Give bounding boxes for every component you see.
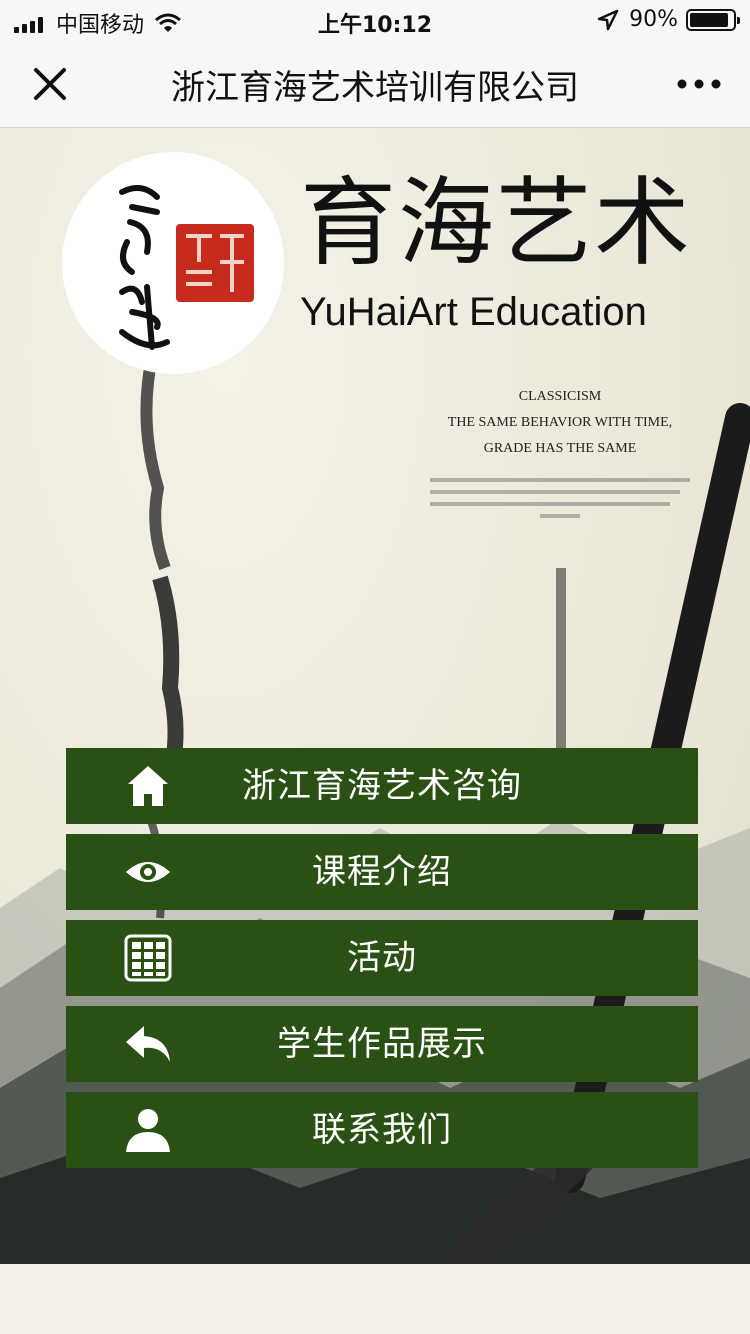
menu-item-courses[interactable]: 课程介绍	[66, 834, 698, 910]
status-bar: 中国移动 上午10:12 90%	[0, 0, 750, 40]
close-icon[interactable]	[28, 62, 72, 106]
poster-line: THE SAME BEHAVIOR WITH TIME,	[447, 415, 673, 430]
status-right: 90%	[597, 7, 740, 32]
brand-subtitle: YuHaiArt Education	[300, 290, 647, 334]
main-menu: 浙江育海艺术咨询 课程介绍 活动 学生作品展示 联系我们	[66, 748, 698, 1178]
menu-item-consult[interactable]: 浙江育海艺术咨询	[66, 748, 698, 824]
brand-title: 育海艺术	[300, 167, 692, 279]
logo-calligraphy	[119, 185, 254, 350]
menu-item-label: 课程介绍	[312, 852, 452, 892]
menu-item-activities[interactable]: 活动	[66, 920, 698, 996]
page-content: CLASSICISM THE SAME BEHAVIOR WITH TIME, …	[0, 128, 750, 1264]
bottom-strip	[0, 1264, 750, 1334]
battery-percent: 90%	[629, 7, 678, 32]
battery-icon	[686, 8, 740, 31]
menu-item-label: 学生作品展示	[277, 1024, 487, 1064]
battery-fill	[690, 12, 728, 27]
poster-line: GRADE HAS THE SAME	[483, 441, 637, 456]
logo	[62, 152, 284, 374]
menu-item-label: 浙江育海艺术咨询	[242, 766, 522, 806]
menu-item-label: 活动	[347, 938, 417, 978]
nav-bar: 浙江育海艺术培训有限公司	[0, 40, 750, 128]
more-icon[interactable]	[676, 74, 722, 94]
poster-line: CLASSICISM	[518, 389, 602, 404]
menu-item-label: 联系我们	[312, 1110, 452, 1150]
menu-item-contact[interactable]: 联系我们	[66, 1092, 698, 1168]
location-arrow-icon	[597, 9, 619, 30]
page-title: 浙江育海艺术培训有限公司	[171, 68, 579, 108]
poster-text: CLASSICISM THE SAME BEHAVIOR WITH TIME, …	[440, 384, 680, 462]
menu-item-student-works[interactable]: 学生作品展示	[66, 1006, 698, 1082]
